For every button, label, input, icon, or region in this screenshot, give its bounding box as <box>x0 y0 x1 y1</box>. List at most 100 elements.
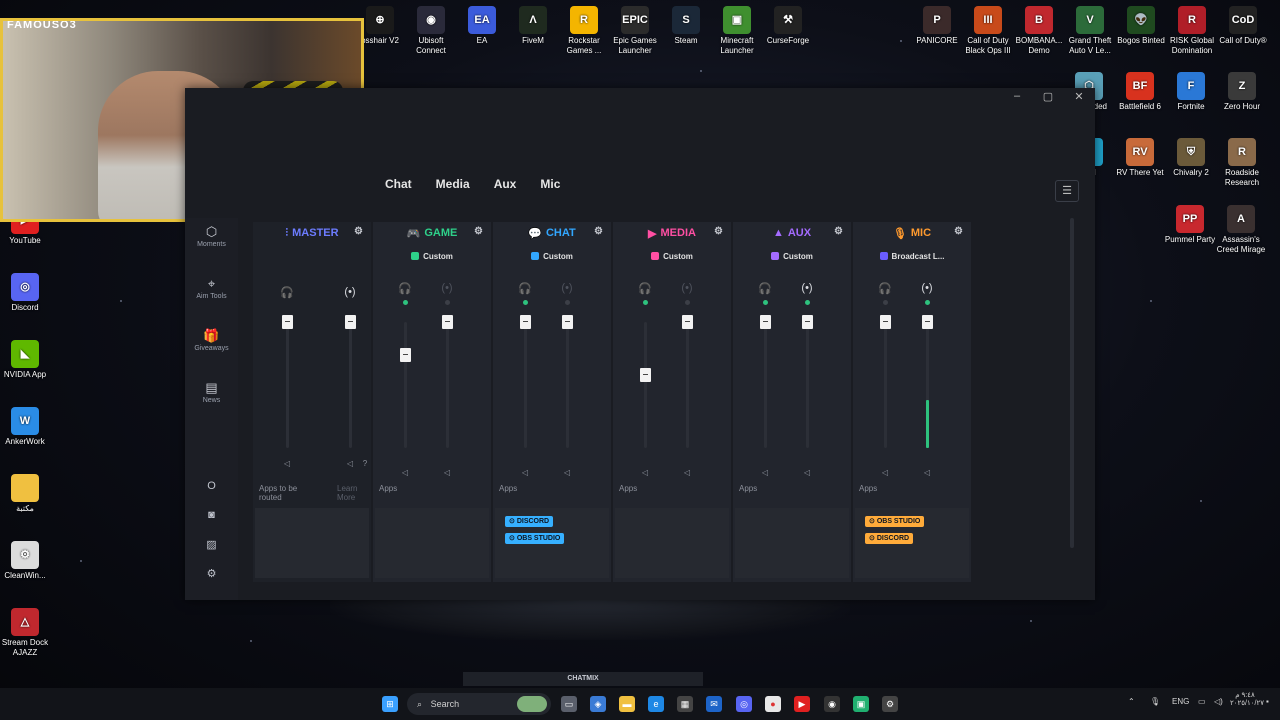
volume-icon[interactable]: ◁) <box>1214 697 1223 706</box>
notification-icon[interactable]: ▪ <box>1266 697 1269 706</box>
desktop-icon-bogos-binted[interactable]: 👽 Bogos Binted <box>1114 6 1168 46</box>
maximize-icon[interactable]: ▢ <box>1038 90 1058 103</box>
volume-slider[interactable] <box>922 315 933 329</box>
image-icon[interactable]: ▨ <box>185 538 238 551</box>
settings-icon[interactable]: ⚙ <box>185 567 238 580</box>
volume-slider[interactable] <box>400 347 411 362</box>
desktop-icon-rv-there-yet[interactable]: RV RV There Yet <box>1113 138 1167 178</box>
gear-icon[interactable]: ⚙ <box>834 226 843 237</box>
desktop-icon-fortnite[interactable]: F Fortnite <box>1164 72 1218 112</box>
discord-taskbar-icon[interactable]: ◎ <box>736 696 752 712</box>
desktop-icon-call-of-duty-black-ops-iii[interactable]: III Call of Duty Black Ops III <box>961 6 1015 56</box>
volume-slider[interactable] <box>640 368 651 383</box>
stream-icon[interactable]: (•) <box>340 286 360 298</box>
desktop-icon-steam[interactable]: S Steam <box>659 6 713 46</box>
tab-mic[interactable]: Mic <box>540 177 560 191</box>
stream-icon[interactable]: (•) <box>917 282 937 294</box>
volume-slider[interactable] <box>682 315 693 329</box>
desktop-icon-rockstar-games[interactable]: R Rockstar Games ... <box>557 6 611 56</box>
apps-dropzone[interactable] <box>615 508 729 578</box>
headphone-icon[interactable]: 🎧 <box>635 282 655 295</box>
preset-selector[interactable]: Custom <box>733 248 851 264</box>
mute-icon[interactable]: ◁ <box>921 468 933 480</box>
app-pill-discord[interactable]: ⊙ DISCORD <box>865 533 914 544</box>
headphone-icon[interactable]: 🎧 <box>395 282 415 295</box>
desktop-icon-discord[interactable]: ◎ Discord <box>0 273 52 313</box>
volume-slider[interactable] <box>880 315 891 329</box>
sidebar-item-news[interactable]: ▤ News <box>185 380 238 404</box>
mic-tray-icon[interactable]: 🎙 <box>1150 697 1160 706</box>
app-pill-obs-studio[interactable]: ⊙ OBS STUDIO <box>505 533 565 544</box>
desktop-icon-roadside-research[interactable]: R Roadside Research <box>1215 138 1269 188</box>
profile-icon[interactable]: O <box>185 480 238 492</box>
desktop-icon-item[interactable]: مكتبة <box>0 474 52 514</box>
stream-icon[interactable]: (•) <box>677 282 697 294</box>
gear-icon[interactable]: ⚙ <box>474 226 483 237</box>
desktop-icon-curseforge[interactable]: ⚒ CurseForge <box>761 6 815 46</box>
gear-icon[interactable]: ⚙ <box>714 226 723 237</box>
volume-slider[interactable] <box>760 315 771 329</box>
widgets-icon[interactable]: ◈ <box>590 696 606 712</box>
desktop-icon-battlefield-6[interactable]: BF Battlefield 6 <box>1113 72 1167 112</box>
volume-slider[interactable] <box>442 315 453 329</box>
desktop-icon-chivalry-2[interactable]: ⛨ Chivalry 2 <box>1164 138 1218 178</box>
gear-icon[interactable]: ⚙ <box>354 226 363 237</box>
settings-taskbar-icon[interactable]: ⚙ <box>882 696 898 712</box>
hamburger-icon[interactable]: ☰ <box>1055 180 1079 202</box>
sidebar-item-aim-tools[interactable]: ⌖ Aim Tools <box>185 276 238 300</box>
sidebar-item-giveaways[interactable]: 🎁 Giveaways <box>185 328 238 352</box>
desktop-icon-bombana-demo[interactable]: B BOMBANA... Demo <box>1012 6 1066 56</box>
clock[interactable]: ٩:٤٨ م ٢٠٢٥/١٠/٢٧ <box>1230 691 1264 707</box>
store-icon[interactable]: ▦ <box>677 696 693 712</box>
preset-selector[interactable]: Custom <box>613 248 731 264</box>
volume-slider[interactable] <box>802 315 813 329</box>
apps-dropzone[interactable] <box>255 508 369 578</box>
stream-icon[interactable]: (•) <box>797 282 817 294</box>
sidebar-item-moments[interactable]: ⬡ Moments <box>185 224 238 248</box>
desktop-icon-call-of-duty[interactable]: CoD Call of Duty® <box>1216 6 1270 46</box>
mail-icon[interactable]: ✉ <box>706 696 722 712</box>
desktop-icon-stream-dock-ajazz[interactable]: △ Stream Dock AJAZZ <box>0 608 52 658</box>
headphone-icon[interactable]: 🎧 <box>755 282 775 295</box>
desktop-icon-epic-games-launcher[interactable]: EPIC Epic Games Launcher <box>608 6 662 56</box>
mute-icon[interactable]: ◁ <box>281 459 293 471</box>
desktop-icon-grand-theft-auto-v-le[interactable]: V Grand Theft Auto V Le... <box>1063 6 1117 56</box>
mute-icon[interactable]: ◁ <box>519 468 531 480</box>
preset-selector[interactable]: Custom <box>373 248 491 264</box>
tab-aux[interactable]: Aux <box>494 177 517 191</box>
headphone-icon[interactable]: 🎧 <box>277 286 297 299</box>
app-pill-discord[interactable]: ⊙ DISCORD <box>505 516 554 527</box>
mute-icon[interactable]: ◁ <box>561 468 573 480</box>
chrome-icon[interactable]: ● <box>765 696 781 712</box>
close-icon[interactable]: ✕ <box>1069 90 1089 103</box>
desktop-icon-ankerwork[interactable]: W AnkerWork <box>0 407 52 447</box>
desktop-icon-ea[interactable]: EA EA <box>455 6 509 46</box>
desktop-icon-zero-hour[interactable]: Z Zero Hour <box>1215 72 1269 112</box>
desktop-icon-panicore[interactable]: P PANICORE <box>910 6 964 46</box>
mute-icon[interactable]: ◁ <box>879 468 891 480</box>
preset-selector[interactable]: Custom <box>493 248 611 264</box>
start-icon[interactable]: ⊞ <box>382 696 398 712</box>
desktop-icon-assassin-s-creed-mirage[interactable]: A Assassin's Creed Mirage <box>1214 205 1268 255</box>
tab-media[interactable]: Media <box>436 177 470 191</box>
tray-chevron-icon[interactable]: ⌃ <box>1128 697 1135 706</box>
file-explorer-icon[interactable]: ▬ <box>619 696 635 712</box>
desktop-icon-nvidia-app[interactable]: ◣ NVIDIA App <box>0 340 52 380</box>
desktop-icon-fivem[interactable]: Λ FiveM <box>506 6 560 46</box>
volume-slider[interactable] <box>562 315 573 329</box>
apps-dropzone[interactable] <box>375 508 489 578</box>
gear-icon[interactable]: ⚙ <box>594 226 603 237</box>
mute-icon[interactable]: ◁ <box>681 468 693 480</box>
youtube-taskbar-icon[interactable]: ▶ <box>794 696 810 712</box>
scrollbar[interactable] <box>1070 218 1074 548</box>
network-icon[interactable]: ▭ <box>1198 697 1206 706</box>
volume-slider[interactable] <box>345 315 356 329</box>
edge-icon[interactable]: e <box>648 696 664 712</box>
mute-icon[interactable]: ◁ <box>399 468 411 480</box>
language-indicator[interactable]: ENG <box>1172 697 1189 706</box>
tab-chat[interactable]: Chat <box>385 177 412 191</box>
desktop-icon-risk-global-domination[interactable]: R RISK Global Domination <box>1165 6 1219 56</box>
apps-dropzone[interactable] <box>735 508 849 578</box>
apps-dropzone[interactable]: ⊙ OBS STUDIO ⊙ DISCORD <box>855 508 969 578</box>
help-icon[interactable]: ? <box>359 459 371 471</box>
